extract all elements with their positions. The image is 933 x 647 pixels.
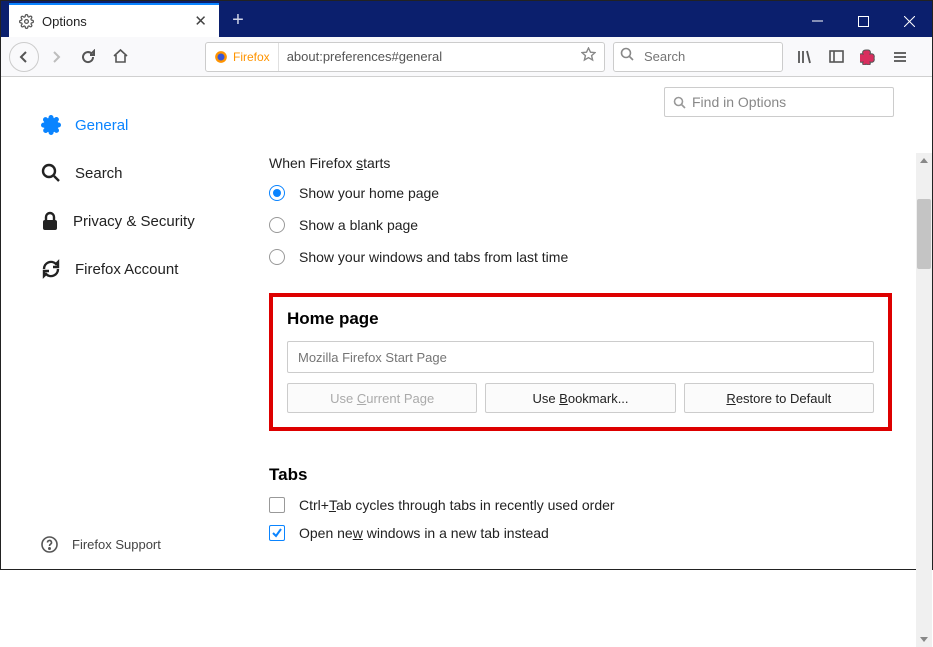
extension-icon[interactable]	[853, 42, 883, 72]
sidebar-support-link[interactable]: Firefox Support	[41, 536, 161, 553]
homepage-title: Home page	[287, 309, 874, 329]
homepage-section-highlight: Home page Use Current Page Use Bookmark.…	[269, 293, 892, 431]
sidebar-label: Firefox Account	[75, 261, 178, 278]
search-bar[interactable]	[613, 42, 783, 72]
window-titlebar: Options ✕ +	[1, 1, 932, 37]
sidebar-item-general[interactable]: General	[41, 101, 239, 149]
search-icon	[673, 96, 686, 109]
search-icon	[41, 163, 61, 183]
back-button[interactable]	[9, 42, 39, 72]
bookmark-star-icon[interactable]	[573, 47, 604, 67]
window-controls	[794, 5, 932, 37]
checkbox-icon	[269, 497, 285, 513]
maximize-button[interactable]	[840, 5, 886, 37]
startup-heading: When Firefox starts	[269, 155, 892, 171]
sidebar-label: Privacy & Security	[73, 213, 195, 230]
checkbox-icon	[269, 525, 285, 541]
radio-show-last[interactable]: Show your windows and tabs from last tim…	[269, 249, 892, 265]
gear-icon	[19, 14, 34, 29]
restore-default-button[interactable]: Restore to Default	[684, 383, 874, 413]
sync-icon	[41, 259, 61, 279]
close-window-button[interactable]	[886, 5, 932, 37]
close-tab-button[interactable]: ✕	[192, 12, 209, 30]
tabs-title: Tabs	[269, 465, 892, 485]
radio-show-blank[interactable]: Show a blank page	[269, 217, 892, 233]
use-current-page-button[interactable]: Use Current Page	[287, 383, 477, 413]
url-bar[interactable]: Firefox about:preferences#general	[205, 42, 605, 72]
homepage-url-input[interactable]	[287, 341, 874, 373]
sidebar-item-account[interactable]: Firefox Account	[41, 245, 239, 293]
reload-button[interactable]	[73, 42, 103, 72]
identity-box[interactable]: Firefox	[206, 43, 279, 71]
use-bookmark-button[interactable]: Use Bookmark...	[485, 383, 675, 413]
sidebar-item-privacy[interactable]: Privacy & Security	[41, 197, 239, 245]
url-text: about:preferences#general	[279, 49, 573, 64]
find-in-options[interactable]: Find in Options	[664, 87, 894, 117]
radio-icon	[269, 185, 285, 201]
radio-icon	[269, 249, 285, 265]
support-label: Firefox Support	[72, 537, 161, 552]
scroll-up-arrow[interactable]	[916, 153, 932, 169]
content-area: General Search Privacy & Security Firefo…	[1, 77, 932, 571]
search-input[interactable]	[640, 49, 782, 64]
home-button[interactable]	[105, 42, 135, 72]
lock-icon	[41, 211, 59, 231]
minimize-button[interactable]	[794, 5, 840, 37]
help-icon	[41, 536, 58, 553]
identity-label: Firefox	[233, 50, 270, 64]
preferences-sidebar: General Search Privacy & Security Firefo…	[1, 77, 251, 571]
scroll-thumb[interactable]	[917, 199, 931, 269]
main-panel: Find in Options When Firefox starts Show…	[251, 77, 932, 571]
browser-tab[interactable]: Options ✕	[9, 3, 219, 37]
sidebar-item-search[interactable]: Search	[41, 149, 239, 197]
tabs-section: Tabs Ctrl+Tab cycles through tabs in rec…	[269, 465, 892, 541]
sidebar-label: General	[75, 117, 128, 134]
scroll-down-arrow[interactable]	[916, 631, 932, 647]
tab-title: Options	[42, 14, 192, 29]
forward-button[interactable]	[41, 42, 71, 72]
sidebar-button[interactable]	[821, 42, 851, 72]
new-tab-button[interactable]: +	[223, 5, 253, 35]
search-icon	[614, 47, 640, 66]
navigation-toolbar: Firefox about:preferences#general	[1, 37, 932, 77]
sidebar-label: Search	[75, 165, 123, 182]
vertical-scrollbar[interactable]	[916, 153, 932, 647]
menu-button[interactable]	[885, 42, 915, 72]
library-button[interactable]	[789, 42, 819, 72]
radio-show-home[interactable]: Show your home page	[269, 185, 892, 201]
checkbox-ctrl-tab[interactable]: Ctrl+Tab cycles through tabs in recently…	[269, 497, 892, 513]
radio-icon	[269, 217, 285, 233]
gear-icon	[41, 115, 61, 135]
firefox-icon	[214, 50, 228, 64]
checkbox-new-windows[interactable]: Open new windows in a new tab instead	[269, 525, 892, 541]
find-placeholder: Find in Options	[692, 94, 786, 110]
